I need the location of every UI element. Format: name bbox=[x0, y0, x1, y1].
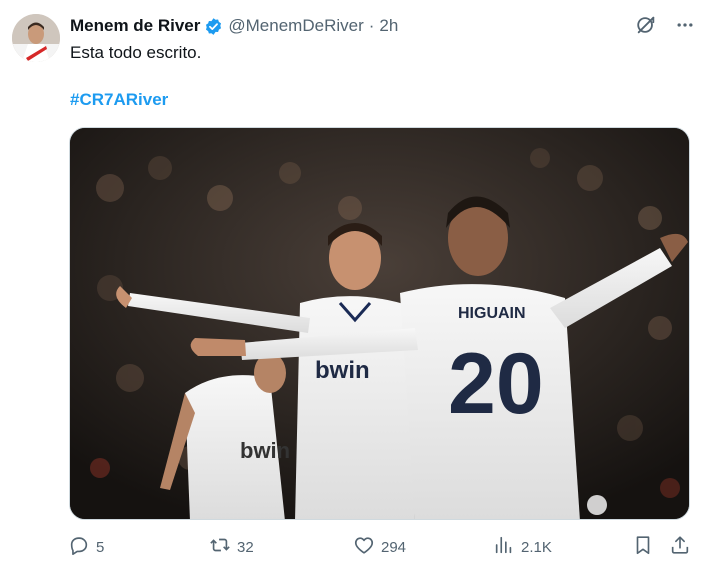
verified-badge-icon bbox=[204, 17, 223, 36]
tweet-text: Esta todo escrito. bbox=[70, 43, 202, 62]
reply-button[interactable]: 5 bbox=[68, 532, 104, 562]
player-name-text: HIGUAIN bbox=[458, 305, 526, 322]
tweet[interactable]: Menem de River @MenemDeRiver · 2h Esta t… bbox=[0, 0, 721, 563]
sponsor-text-back: bwin bbox=[240, 438, 290, 463]
repost-icon bbox=[209, 534, 231, 561]
player-number-text: 20 bbox=[448, 336, 544, 432]
tweet-media-image[interactable]: bwin bwin HIGUAIN 20 bbox=[69, 127, 690, 520]
top-actions bbox=[635, 14, 695, 36]
like-button[interactable]: 294 bbox=[353, 532, 406, 562]
share-button[interactable] bbox=[669, 532, 691, 562]
heart-icon bbox=[353, 534, 375, 561]
views-button[interactable]: 2.1K bbox=[493, 532, 552, 562]
repost-button[interactable]: 32 bbox=[209, 532, 254, 562]
reply-icon bbox=[68, 534, 90, 561]
reply-count: 5 bbox=[96, 538, 105, 556]
separator-dot: · bbox=[368, 16, 375, 35]
share-icon bbox=[669, 534, 691, 561]
repost-count: 32 bbox=[237, 538, 254, 556]
grok-icon[interactable] bbox=[635, 14, 657, 36]
more-icon[interactable] bbox=[675, 15, 695, 35]
avatar-image bbox=[12, 14, 60, 62]
hashtag-link[interactable]: #CR7ARiver bbox=[70, 89, 168, 111]
tweet-action-bar: 5 32 294 2.1K bbox=[66, 532, 696, 562]
author-handle[interactable]: @MenemDeRiver bbox=[228, 16, 363, 36]
tweet-header: Menem de River @MenemDeRiver · 2h bbox=[70, 14, 398, 38]
views-icon bbox=[493, 534, 515, 561]
bookmark-icon bbox=[632, 534, 654, 561]
avatar[interactable] bbox=[12, 14, 60, 62]
like-count: 294 bbox=[381, 538, 407, 556]
bookmark-button[interactable] bbox=[632, 532, 654, 562]
author-name[interactable]: Menem de River bbox=[70, 16, 200, 36]
timestamp[interactable]: 2h bbox=[379, 16, 398, 36]
sponsor-text: bwin bbox=[315, 357, 370, 384]
views-count: 2.1K bbox=[521, 538, 552, 556]
